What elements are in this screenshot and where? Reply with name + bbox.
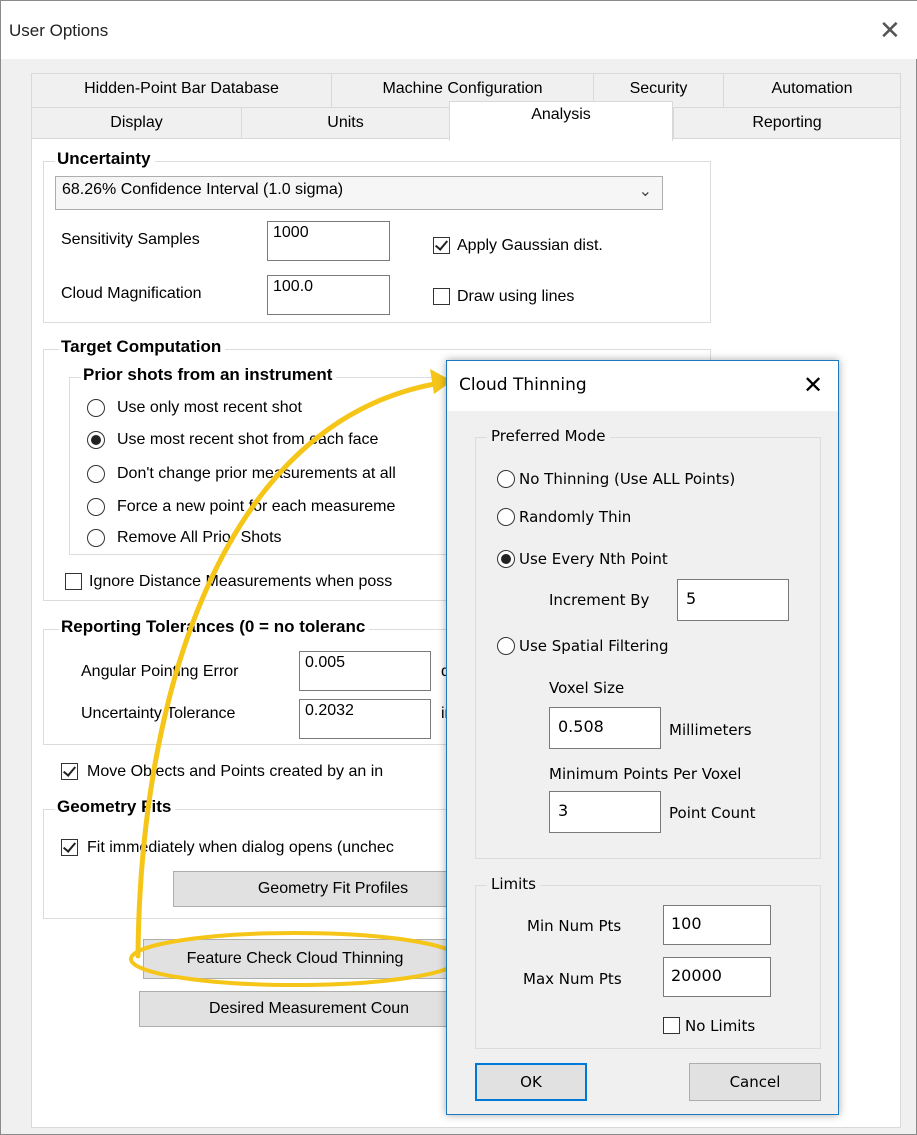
ignore-distance-checkbox[interactable] [65,573,82,590]
fit-immediately-checkbox[interactable] [61,839,78,856]
chevron-down-icon: ⌄ [638,183,652,200]
fit-immediately-label: Fit immediately when dialog opens (unche… [87,839,394,856]
move-objects-checkbox[interactable] [61,763,78,780]
move-objects-label: Move Objects and Points created by an in [87,763,384,780]
cancel-button[interactable]: Cancel [689,1063,821,1101]
uncertainty-dropdown-value: 68.26% Confidence Interval (1.0 sigma) [62,181,344,198]
cloud-thinning-title: Cloud Thinning [459,375,587,395]
radio-remove-all-prior[interactable] [87,529,105,547]
radio-force-new-point[interactable] [87,498,105,516]
radio-spatial-filtering[interactable] [497,637,515,655]
prior-shots-label: Prior shots from an instrument [81,365,337,385]
tab-hidden-point-bar-database[interactable]: Hidden-Point Bar Database [31,73,331,107]
reporting-tolerances-label: Reporting Tolerances (0 = no toleranc [59,617,370,637]
cloud-thinning-titlebar: Cloud Thinning ✕ [447,361,838,411]
radio-label-use-most-recent-each-face: Use most recent shot from each face [117,431,379,448]
radio-use-most-recent-each-face[interactable] [87,431,105,449]
preferred-mode-label: Preferred Mode [487,427,610,445]
ok-button[interactable]: OK [475,1063,587,1101]
point-count-label: Point Count [669,804,756,822]
uncertainty-tolerance-input[interactable]: 0.2032 [299,699,431,739]
uncertainty-dropdown[interactable]: 68.26% Confidence Interval (1.0 sigma) ⌄ [55,176,663,210]
radio-dont-change-prior[interactable] [87,465,105,483]
tab-display[interactable]: Display [31,107,241,139]
increment-by-label: Increment By [549,591,650,609]
radio-label-no-thinning: No Thinning (Use ALL Points) [519,470,736,488]
target-computation-label: Target Computation [59,337,226,357]
angular-pointing-error-input[interactable]: 0.005 [299,651,431,691]
dialog-close-icon[interactable]: ✕ [803,371,823,399]
radio-label-remove-all-prior: Remove All Prior Shots [117,529,282,546]
desired-measurement-count-button[interactable]: Desired Measurement Coun [139,991,479,1027]
feature-check-cloud-thinning-button[interactable]: Feature Check Cloud Thinning [143,939,447,979]
radio-randomly-thin[interactable] [497,508,515,526]
geometry-fits-label: Geometry Fits [55,797,176,817]
increment-by-input[interactable]: 5 [677,579,789,621]
apply-gaussian-checkbox[interactable] [433,237,450,254]
voxel-unit-label: Millimeters [669,721,752,739]
cloud-magnification-input[interactable]: 100.0 [267,275,390,315]
radio-label-spatial-filtering: Use Spatial Filtering [519,637,669,655]
limits-label: Limits [487,875,540,893]
draw-using-lines-label: Draw using lines [457,288,575,305]
radio-use-only-most-recent[interactable] [87,399,105,417]
tab-reporting[interactable]: Reporting [673,107,901,139]
radio-label-every-nth-point: Use Every Nth Point [519,550,668,568]
radio-no-thinning[interactable] [497,470,515,488]
sensitivity-samples-input[interactable]: 1000 [267,221,390,261]
max-num-pts-label: Max Num Pts [523,970,622,988]
tab-analysis[interactable]: Analysis [449,101,673,141]
radio-label-randomly-thin: Randomly Thin [519,508,632,526]
min-num-pts-input[interactable]: 100 [663,905,771,945]
cloud-magnification-label: Cloud Magnification [61,285,202,302]
no-limits-label: No Limits [685,1017,756,1035]
voxel-size-input[interactable]: 0.508 [549,707,661,749]
angular-pointing-error-label: Angular Pointing Error [81,663,239,680]
min-points-per-voxel-input[interactable]: 3 [549,791,661,833]
uncertainty-tolerance-label: Uncertainty Tolerance [81,705,236,722]
geometry-fit-profiles-button[interactable]: Geometry Fit Profiles [173,871,493,907]
cloud-thinning-dialog: Cloud Thinning ✕ Preferred Mode No Thinn… [446,360,839,1115]
min-num-pts-label: Min Num Pts [527,917,622,935]
sensitivity-samples-label: Sensitivity Samples [61,231,200,248]
max-num-pts-input[interactable]: 20000 [663,957,771,997]
title-bar: User Options ✕ [1,1,917,59]
window-title: User Options [9,21,109,40]
min-points-per-voxel-label: Minimum Points Per Voxel [549,765,742,783]
ignore-distance-label: Ignore Distance Measurements when poss [89,573,393,590]
radio-label-use-only-most-recent: Use only most recent shot [117,399,302,416]
radio-label-dont-change-prior: Don't change prior measurements at all [117,465,396,482]
voxel-size-label: Voxel Size [549,679,625,697]
uncertainty-group-label: Uncertainty [55,149,155,169]
tab-units[interactable]: Units [241,107,449,139]
radio-label-force-new-point: Force a new point for each measureme [117,498,396,515]
draw-using-lines-checkbox[interactable] [433,288,450,305]
radio-every-nth-point[interactable] [497,550,515,568]
close-icon[interactable]: ✕ [879,15,901,46]
apply-gaussian-label: Apply Gaussian dist. [457,237,603,254]
tab-automation[interactable]: Automation [723,73,901,107]
no-limits-checkbox[interactable] [663,1017,680,1034]
